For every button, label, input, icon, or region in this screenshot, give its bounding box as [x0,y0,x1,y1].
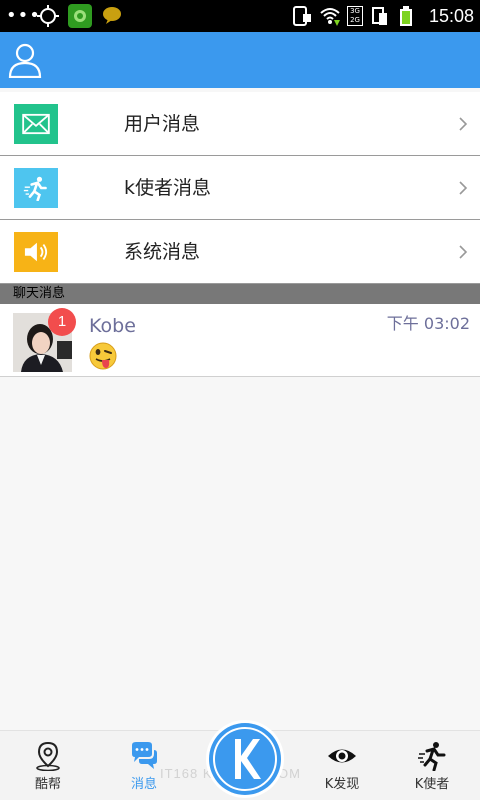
crosshair-icon [37,5,59,27]
eye-icon [328,749,356,763]
app-screen: ••• 3G 2G 15:08 用户消息 k使者消息 系统消息 聊天消息 1 K… [0,0,480,800]
nav-item-k-messenger[interactable]: K使者 [384,731,480,800]
menu-label: 系统消息 [124,241,201,263]
chat-list-item[interactable]: 1 Kobe 下午 03:02 [0,304,480,377]
k-logo-icon [206,720,284,798]
network-signal: 3G 2G [347,6,363,26]
tongue-out-emoji-icon [89,342,117,370]
map-pin-icon [36,741,60,771]
clock: 15:08 [428,5,474,26]
nav-item-k-discover[interactable]: K发现 [294,731,390,800]
chat-section-header: 聊天消息 [0,284,480,304]
top-app-bar [0,32,480,88]
message-bubble-icon [103,7,121,24]
runner-icon [418,742,446,771]
status-icons: 3G 2G 15:08 [291,0,474,32]
section-title: 聊天消息 [13,286,66,301]
runner-icon [14,168,58,208]
message-time: 下午 03:02 [386,314,470,333]
phone-vibrate-icon [293,6,312,26]
chevron-right-icon [459,117,468,131]
app-notification-icon [68,4,92,28]
unread-badge: 1 [48,308,76,336]
nav-label: K发现 [324,777,360,792]
menu-item-user-messages[interactable]: 用户消息 [0,92,480,156]
menu-label: k使者消息 [124,177,212,199]
message-category-list: 用户消息 k使者消息 系统消息 [0,92,480,284]
menu-item-k-messenger-messages[interactable]: k使者消息 [0,156,480,220]
chevron-right-icon [459,181,468,195]
nav-label: K使者 [414,777,450,792]
status-bar: ••• 3G 2G 15:08 [0,0,480,32]
menu-item-system-messages[interactable]: 系统消息 [0,220,480,284]
mail-icon [14,104,58,144]
center-k-button[interactable] [205,719,285,799]
wifi-icon [320,8,341,26]
nav-label: 酷帮 [34,777,61,792]
nav-item-kubang[interactable]: 酷帮 [0,731,96,800]
chevron-right-icon [459,245,468,259]
profile-icon[interactable] [8,42,42,78]
sim-card-icon [371,7,387,25]
speaker-icon [14,232,58,272]
contact-name: Kobe [89,315,136,337]
battery-icon [399,6,412,26]
chat-bubbles-icon [132,742,157,769]
menu-label: 用户消息 [124,113,201,135]
